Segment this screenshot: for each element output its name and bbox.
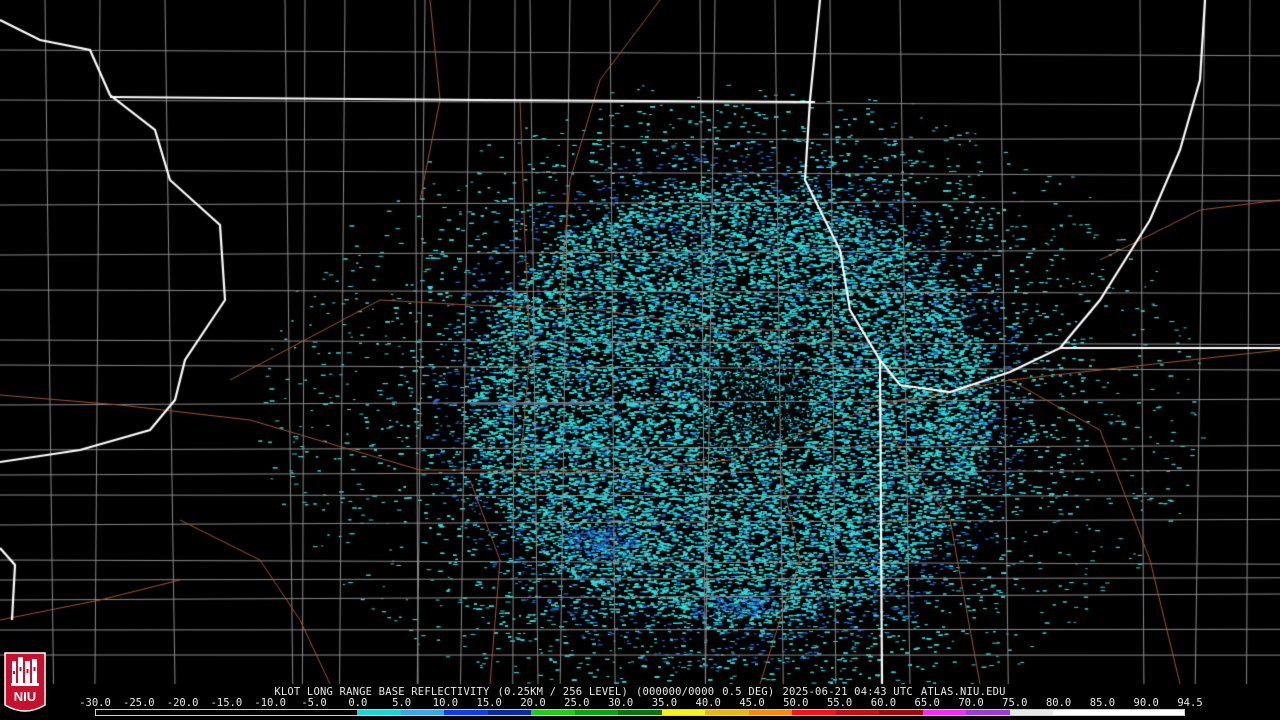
- radar-map: [0, 0, 1280, 720]
- colorbar-tick-label: 55.0: [826, 697, 853, 709]
- colorbar-tick-label: 20.0: [520, 697, 546, 709]
- colorbar-tick-label: 10.0: [432, 697, 459, 709]
- colorbar-tick-label: -15.0: [210, 697, 243, 709]
- colorbar-tick-label: 85.0: [1089, 697, 1116, 709]
- colorbar-tick-label: 5.0: [392, 697, 412, 709]
- colorbar-segment: [183, 710, 227, 715]
- colorbar-tick-label: 35.0: [651, 697, 678, 709]
- colorbar-tick-label: -30.0: [79, 697, 111, 709]
- colorbar-segment: [270, 710, 314, 715]
- colorbar-tick-label: 40.0: [695, 697, 721, 709]
- colorbar-tick-label: -5.0: [301, 697, 327, 709]
- colorbar-segment: [1096, 710, 1141, 715]
- colorbar-tick-labels: -30.0 -25.0 -20.0 -15.0 -10.0 -5.0 0.0 5.0 10.0 1…: [79, 697, 1202, 709]
- colorbar-segment: [444, 710, 488, 715]
- colorbar-tick-label: 15.0: [476, 697, 502, 709]
- colorbar-tick-label: 25.0: [564, 697, 590, 709]
- colorbar-tick-label: 50.0: [783, 697, 809, 709]
- colorbar-segment: [835, 710, 880, 715]
- colorbar-tick-label: 65.0: [914, 697, 940, 709]
- colorbar-segment: [574, 710, 619, 715]
- colorbar-segment: [792, 710, 836, 715]
- colorbar-tick-label: 60.0: [870, 697, 897, 709]
- colorbar-segment: [661, 710, 706, 715]
- reflectivity-colorbar: [95, 709, 1185, 716]
- colorbar-tick-label: 45.0: [739, 697, 765, 709]
- logo-label: NIU: [14, 689, 36, 704]
- colorbar-tick-label: 80.0: [1045, 697, 1072, 709]
- colorbar-segment: [531, 710, 575, 715]
- colorbar-segment: [96, 710, 140, 715]
- colorbar-tick-label: -25.0: [122, 697, 155, 709]
- colorbar-segment: [1140, 710, 1184, 715]
- colorbar-segment: [1009, 710, 1054, 715]
- niu-castle-logo-icon: NIU: [4, 652, 46, 712]
- colorbar-segment: [487, 710, 532, 715]
- colorbar-segment: [748, 710, 793, 715]
- colorbar-tick-label: 75.0: [1002, 697, 1028, 709]
- colorbar-segment: [922, 710, 967, 715]
- colorbar-segment: [705, 710, 749, 715]
- colorbar-tick-label: -10.0: [254, 697, 286, 709]
- colorbar-tick-label: 0.0: [348, 697, 368, 709]
- colorbar-segment: [226, 710, 271, 715]
- colorbar-segment: [879, 710, 923, 715]
- colorbar-tick-label: 70.0: [958, 697, 984, 709]
- colorbar-tick-label: -20.0: [166, 697, 199, 709]
- colorbar-tick-label: 30.0: [607, 697, 634, 709]
- colorbar-segment: [139, 710, 184, 715]
- colorbar-segment: [400, 710, 445, 715]
- colorbar-tick-label: 94.5: [1177, 697, 1203, 709]
- colorbar-segment: [357, 710, 401, 715]
- colorbar-segment: [313, 710, 358, 715]
- colorbar-segment: [1053, 710, 1097, 715]
- colorbar-tick-label: 90.0: [1133, 697, 1159, 709]
- colorbar-segment: [618, 710, 662, 715]
- colorbar-segment: [966, 710, 1010, 715]
